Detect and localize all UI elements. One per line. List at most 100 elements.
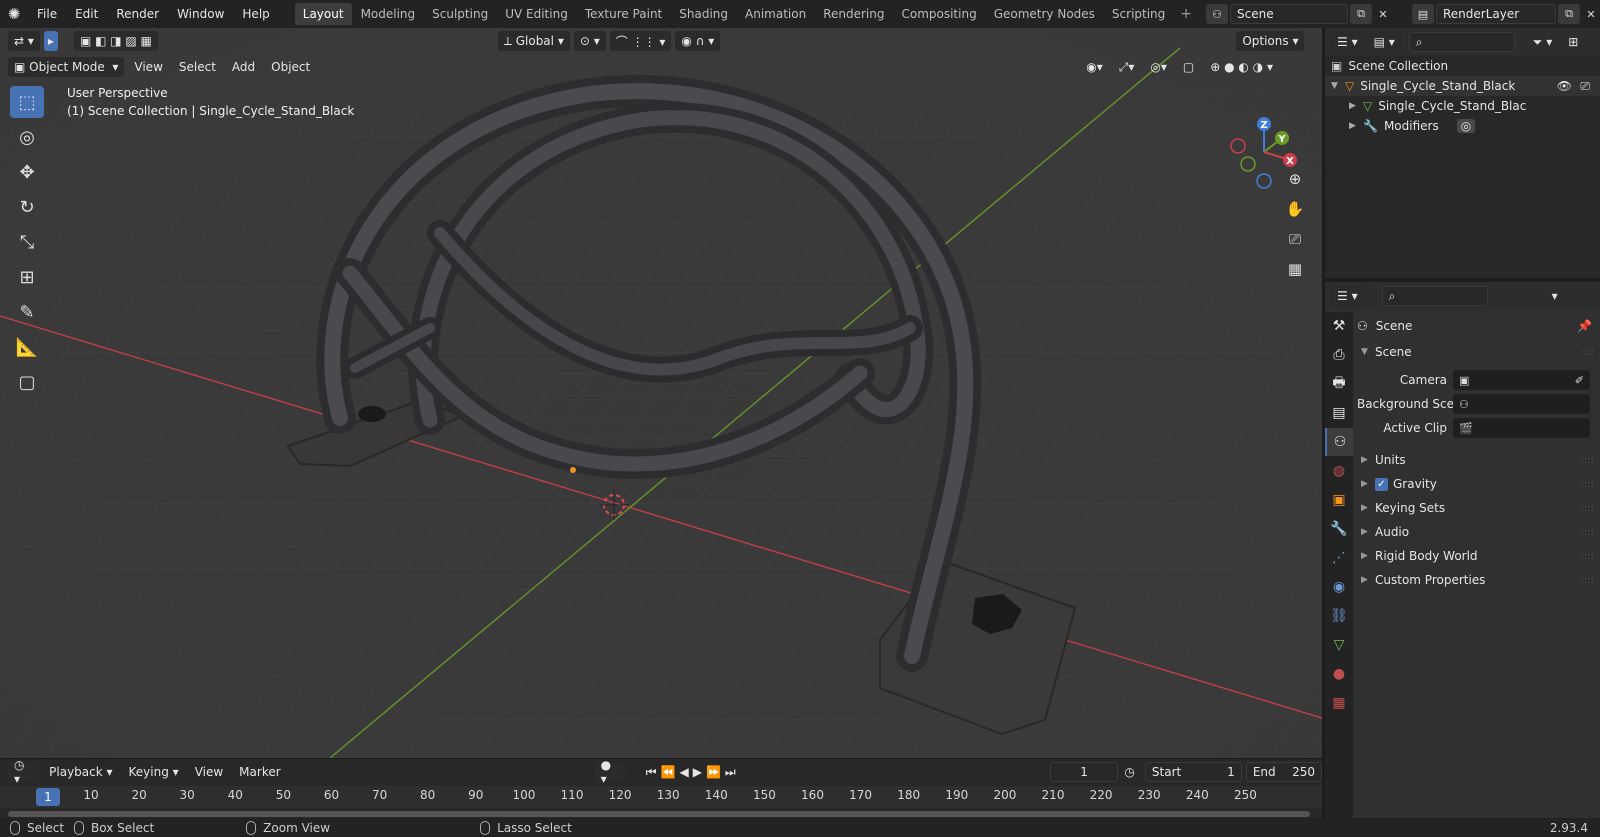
keyframe-record-icon[interactable]: ● ▾ [594,758,626,786]
tab-geometry-nodes[interactable]: Geometry Nodes [986,3,1103,25]
background-scene-field[interactable]: ⚇ [1453,394,1590,414]
pivot-icon[interactable]: ⊙ ▾ [573,31,606,51]
zoom-icon[interactable]: ⊕ [1282,166,1308,192]
eyedropper-icon[interactable]: ✐ [1575,374,1584,387]
viewport-menu-view[interactable]: View [128,57,168,77]
new-view-layer-icon[interactable]: ⧉ [1558,4,1580,24]
menu-help[interactable]: Help [233,0,278,28]
output-tab-icon[interactable]: 🖶 [1325,370,1353,398]
timeline-menu-keying[interactable]: Keying ▾ [123,762,185,782]
outliner-search-input[interactable]: ⌕ [1408,32,1515,52]
xray-icon[interactable]: ▢ [1177,57,1200,77]
delete-view-layer-icon[interactable]: ✕ [1580,4,1600,24]
drag-grip-icon[interactable]: :::: [1581,479,1594,490]
outliner-object-row[interactable]: ▼ ▽ Single_Cycle_Stand_Black 👁 ⎚ [1325,76,1600,96]
transform-orientation-dropdown[interactable]: ⟂ Global ▾ [497,31,570,51]
viewport-menu-select[interactable]: Select [173,57,222,77]
3d-viewport[interactable]: ⇄ ▾ ▸ ▣ ◧ ◨ ▨ ▦ ⟂ Global ▾ ⊙ ▾ ⌒ ⋮⋮ ▾ ◉ … [0,28,1322,758]
rigid-body-world-panel[interactable]: ▶ Rigid Body World:::: [1357,544,1600,568]
tab-texture-paint[interactable]: Texture Paint [577,3,670,25]
particles-tab-icon[interactable]: ⋰ [1325,544,1353,572]
move-tool-icon[interactable]: ✥ [10,156,44,188]
playback-controls-icon[interactable]: ⏮⏪◀▶⏩⏭ [640,762,746,782]
select-box-icon[interactable]: ⬚ [10,86,44,118]
units-panel[interactable]: ▶ Units:::: [1357,448,1600,472]
expand-triangle-icon[interactable]: ▼ [1331,81,1345,91]
gizmo-toggle-icon[interactable]: ⤢▾ [1113,57,1141,77]
menu-window[interactable]: Window [168,0,233,28]
blender-logo-icon[interactable]: ✺ [0,0,28,28]
frame-ruler[interactable]: 1 10 20 30 40 50 60 70 80 90 100 110 120 130 140 150 16… [0,786,1322,808]
tool-tab-icon[interactable]: ⚒ [1325,312,1353,340]
scale-tool-icon[interactable]: ⤡ [10,226,44,258]
constraints-tab-icon[interactable]: ⛓ [1325,602,1353,630]
material-tab-icon[interactable]: ● [1325,660,1353,688]
audio-panel[interactable]: ▶ Audio:::: [1357,520,1600,544]
visibility-icon[interactable]: ◉▾ [1080,57,1109,77]
options-dropdown[interactable]: Options ▾ [1236,31,1305,51]
drag-grip-icon[interactable]: :::: [1581,347,1594,358]
render-tab-icon[interactable]: ⎙ [1325,341,1353,369]
texture-tab-icon[interactable]: ▦ [1325,689,1353,717]
modifier-tab-icon[interactable]: 🔧 [1325,515,1353,543]
rotate-tool-icon[interactable]: ↻ [10,191,44,223]
expand-triangle-icon[interactable]: ▶ [1349,121,1363,131]
selection-mode-icons[interactable]: ▣ ◧ ◨ ▨ ▦ [73,31,158,51]
outliner-editor-icon[interactable]: ☰ ▾ [1331,32,1364,52]
timeline-menu-marker[interactable]: Marker [233,762,286,782]
timeline-scrollbar[interactable] [8,811,1310,817]
drag-grip-icon[interactable]: :::: [1581,527,1594,538]
scene-panel-header[interactable]: ▼ Scene:::: [1357,340,1600,364]
view-layer-tab-icon[interactable]: ▤ [1325,399,1353,427]
keying-sets-panel[interactable]: ▶ Keying Sets:::: [1357,496,1600,520]
timeline-menu-playback[interactable]: Playback ▾ [43,762,118,782]
ortho-grid-icon[interactable]: ▦ [1282,256,1308,282]
drag-grip-icon[interactable]: :::: [1581,503,1594,514]
physics-tab-icon[interactable]: ◉ [1325,573,1353,601]
view-layer-icon[interactable]: ▤ [1412,4,1434,24]
scene-icon[interactable]: ⚇ [1206,4,1228,24]
drag-grip-icon[interactable]: :::: [1581,575,1594,586]
menu-file[interactable]: File [28,0,66,28]
outliner-mesh-row[interactable]: ▶ ▽ Single_Cycle_Stand_Blac [1325,96,1600,116]
preview-range-icon[interactable]: ◷ [1118,762,1140,782]
data-tab-icon[interactable]: ▽ [1325,631,1353,659]
annotate-tool-icon[interactable]: ✎ [10,296,44,328]
delete-scene-icon[interactable]: ✕ [1372,4,1394,24]
mode-dropdown[interactable]: ▣ Object Mode ▾ [8,57,125,77]
scene-tab-icon[interactable]: ⚇ [1325,428,1353,456]
properties-search-input[interactable]: ⌕ [1381,286,1488,306]
gravity-panel[interactable]: ▶ ✓ Gravity:::: [1357,472,1600,496]
properties-editor-icon[interactable]: ☰ ▾ [1331,286,1364,306]
subdivision-modifier-icon[interactable]: ◎ [1456,119,1476,133]
timeline-editor-icon[interactable]: ◷ ▾ [8,758,40,786]
properties-options-icon[interactable]: ▾ [1546,286,1564,306]
expand-triangle-icon[interactable]: ▶ [1349,101,1363,111]
pin-icon[interactable]: 📌 [1577,319,1592,333]
tab-layout[interactable]: Layout [294,3,352,25]
add-cube-tool-icon[interactable]: ▢ [10,366,44,398]
scene-name-field[interactable]: Scene [1230,4,1348,24]
new-scene-icon[interactable]: ⧉ [1350,4,1372,24]
display-mode-icon[interactable]: ▤ ▾ [1367,32,1401,52]
drag-grip-icon[interactable]: :::: [1581,551,1594,562]
tab-compositing[interactable]: Compositing [893,3,984,25]
outliner-modifiers-row[interactable]: ▶ 🔧 Modifiers ◎ [1325,116,1600,136]
editor-type-icon[interactable]: ⇄ ▾ [8,31,40,51]
overlay-toggle-icon[interactable]: ◎▾ [1144,57,1173,77]
tab-sculpting[interactable]: Sculpting [424,3,496,25]
object-tab-icon[interactable]: ▣ [1325,486,1353,514]
tab-modeling[interactable]: Modeling [353,3,424,25]
measure-tool-icon[interactable]: 📐 [10,331,44,363]
world-tab-icon[interactable]: ◍ [1325,457,1353,485]
viewport-menu-add[interactable]: Add [226,57,261,77]
viewport-scene[interactable] [0,28,1322,758]
outliner-scene-collection[interactable]: ▣ Scene Collection [1325,56,1600,76]
proportional-edit-icon[interactable]: ◉ ∩ ▾ [675,31,721,51]
tab-animation[interactable]: Animation [737,3,814,25]
tab-shading[interactable]: Shading [671,3,736,25]
new-collection-icon[interactable]: ⊞ [1562,32,1584,52]
active-clip-field[interactable]: 🎬 [1453,418,1590,438]
camera-view-icon[interactable]: ⎚ [1282,226,1308,252]
tab-scripting[interactable]: Scripting [1104,3,1173,25]
